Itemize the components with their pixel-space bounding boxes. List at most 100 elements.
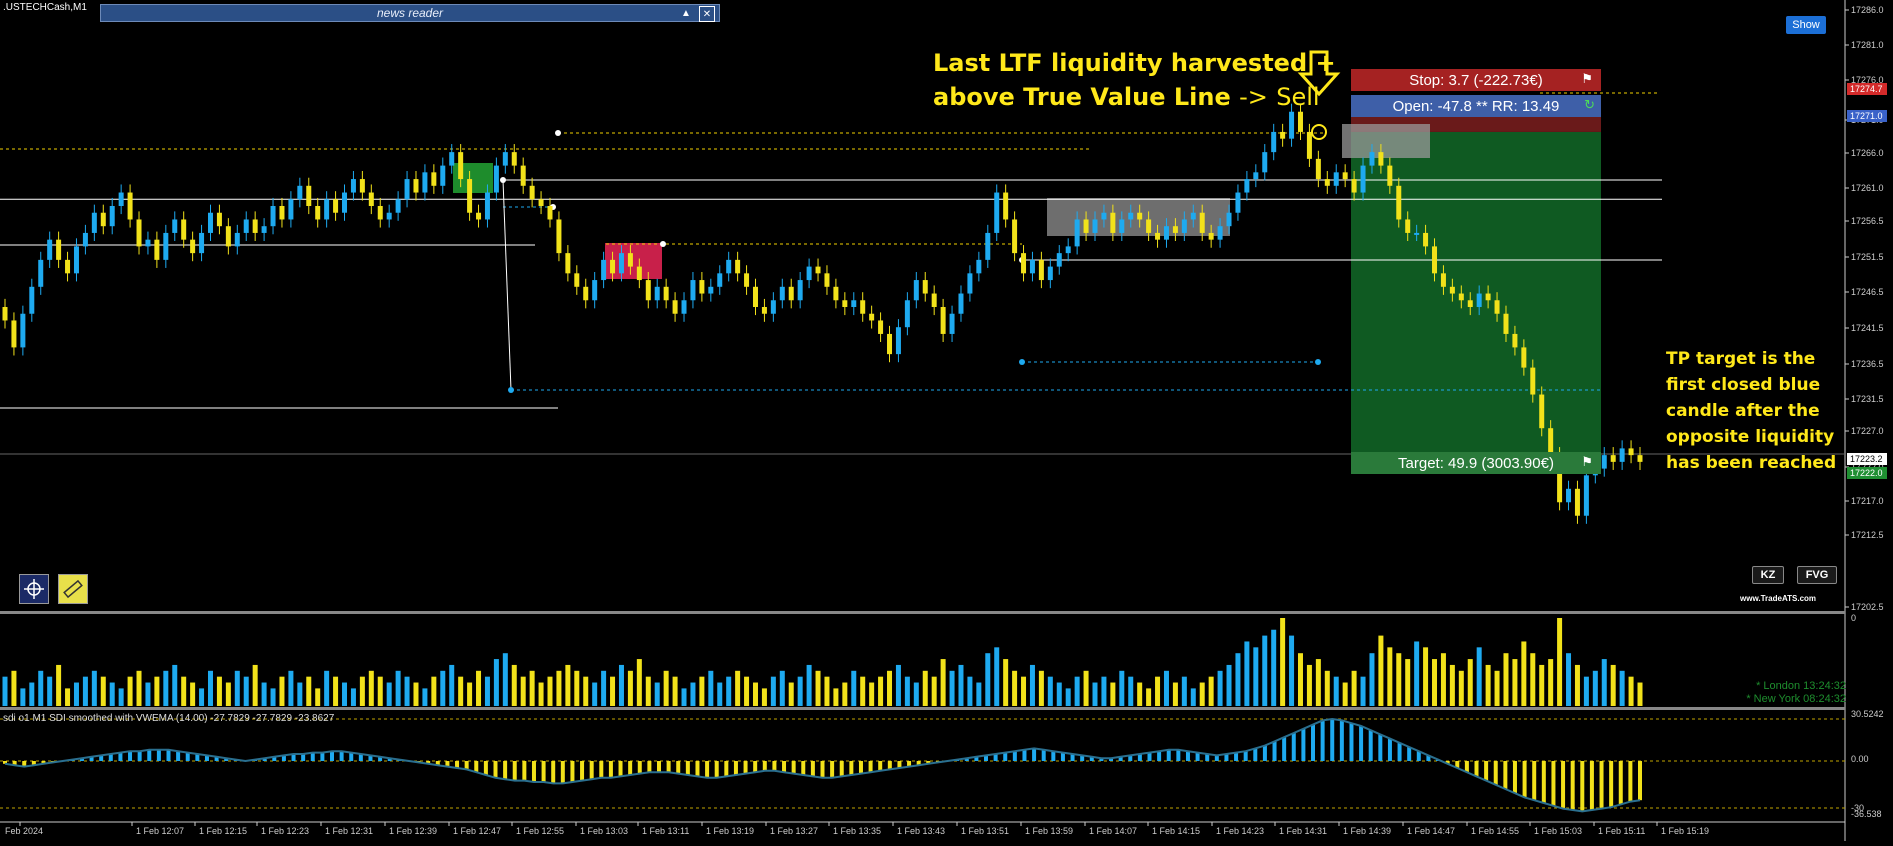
candle-body <box>627 253 633 267</box>
collapse-triangle-icon[interactable]: ▲ <box>679 6 693 20</box>
time-label: 1 Feb 13:43 <box>897 826 945 836</box>
annotation-arrow: -> <box>1239 83 1268 111</box>
show-button[interactable]: Show <box>1786 16 1826 34</box>
sdi-bar <box>1349 723 1354 761</box>
flag-icon[interactable]: ⚑ <box>1581 454 1593 470</box>
volume-bar <box>1163 670 1169 706</box>
volume-bar <box>904 676 910 706</box>
candle-body <box>1244 179 1250 193</box>
price-tag-label: 17223.2 <box>1850 454 1883 464</box>
sdi-indicator-label: sdi o1 M1 SDI smoothed with VWEMA (14.00… <box>3 713 335 724</box>
sdi-scale-label: 30.5242 <box>1851 709 1884 719</box>
candle-body <box>1155 232 1161 240</box>
kz-button[interactable]: KZ <box>1752 566 1784 584</box>
volume-bar <box>735 670 741 706</box>
volume-bar <box>73 682 79 706</box>
sdi-bar <box>1320 720 1325 761</box>
flag-icon[interactable]: ⚑ <box>1581 71 1593 87</box>
candle-body <box>288 199 294 220</box>
candle-body <box>386 212 392 220</box>
candle-body <box>1074 219 1080 247</box>
time-label: 1 Feb 12:23 <box>261 826 309 836</box>
liquidity-dot <box>660 241 666 247</box>
sdi-bar <box>1493 761 1498 785</box>
candle-body <box>20 313 26 348</box>
candle-body <box>672 300 678 314</box>
candle-body <box>806 266 812 281</box>
sdi-bar <box>483 761 488 775</box>
time-label: 1 Feb 12:39 <box>389 826 437 836</box>
volume-bar <box>1297 653 1303 706</box>
volume-bar <box>234 670 240 706</box>
candle-body <box>207 212 213 233</box>
volume-bar <box>1083 670 1089 706</box>
volume-bar <box>1342 682 1348 706</box>
volume-bar <box>1012 670 1018 706</box>
time-label: 1 Feb 13:11 <box>642 826 689 836</box>
price-tag-label: 17222.0 <box>1850 468 1883 478</box>
sdi-bar <box>589 761 594 780</box>
candle-body <box>484 192 490 220</box>
ruler-icon[interactable] <box>58 574 88 604</box>
volume-bar <box>1476 647 1482 706</box>
candle-body <box>636 266 642 281</box>
target-label[interactable]: Target: 49.9 (3003.90€) ⚑ <box>1351 452 1601 474</box>
volume-bar <box>887 670 893 706</box>
fvg-button[interactable]: FVG <box>1797 566 1837 584</box>
volume-bar <box>797 676 803 706</box>
candle-body <box>1119 219 1125 233</box>
sdi-bar <box>1638 761 1642 801</box>
volume-bar <box>1592 670 1598 706</box>
time-label: 1 Feb 14:39 <box>1343 826 1391 836</box>
volume-bar <box>1217 670 1223 706</box>
volume-bar <box>1047 676 1053 706</box>
open-label[interactable]: Open: -47.8 ** RR: 13.49 ↻ <box>1351 95 1601 117</box>
newyork-session: * New York 08:24:32 <box>1746 693 1846 705</box>
sdi-bar <box>1609 761 1614 808</box>
candle-body <box>73 246 79 274</box>
candle-body <box>610 259 616 274</box>
candle-body <box>413 179 419 193</box>
refresh-icon[interactable]: ↻ <box>1584 97 1595 113</box>
sdi-bar <box>801 761 806 775</box>
volume-bar <box>1315 659 1321 706</box>
sdi-bar <box>1474 761 1479 777</box>
close-x-icon[interactable]: ✕ <box>699 6 715 22</box>
candle-body <box>1485 293 1491 301</box>
price-label: 17256.5 <box>1851 216 1884 226</box>
candle-body <box>225 226 231 247</box>
volume-bar <box>47 676 53 706</box>
price-label: 17281.0 <box>1851 40 1884 50</box>
candle-body <box>136 219 142 247</box>
news-reader-bar[interactable]: news reader ▲ ✕ <box>100 4 720 22</box>
volume-bar <box>484 676 490 706</box>
volume-bar <box>368 670 374 706</box>
annotation-sell: Last LTF liquidity harvested + above Tru… <box>933 46 1336 114</box>
sdi-bar <box>887 761 892 770</box>
volume-bar <box>1172 682 1178 706</box>
volume-bar <box>1333 676 1339 706</box>
sdi-bar <box>1407 747 1412 761</box>
crosshair-icon[interactable] <box>19 574 49 604</box>
candle-body <box>127 192 133 220</box>
volume-bar <box>931 676 937 706</box>
candle-body <box>1208 232 1214 240</box>
stop-label[interactable]: Stop: 3.7 (-222.73€) ⚑ <box>1351 69 1601 91</box>
volume-bar <box>895 664 901 706</box>
candle-body <box>1146 219 1152 233</box>
candle-body <box>190 239 196 254</box>
sdi-bar <box>1176 749 1181 761</box>
volume-bar <box>672 676 678 706</box>
candle-body <box>663 286 669 301</box>
candle-body <box>279 206 285 220</box>
candle-body <box>100 212 106 227</box>
sdi-bar <box>1272 741 1277 761</box>
sdi-bar <box>320 752 325 761</box>
volume-bar <box>127 676 133 706</box>
time-label: 1 Feb 13:27 <box>770 826 818 836</box>
volume-bar <box>699 676 705 706</box>
sdi-bar <box>1580 761 1585 812</box>
candle-body <box>11 320 17 348</box>
candle-body <box>1092 219 1098 233</box>
candle-body <box>976 259 982 274</box>
